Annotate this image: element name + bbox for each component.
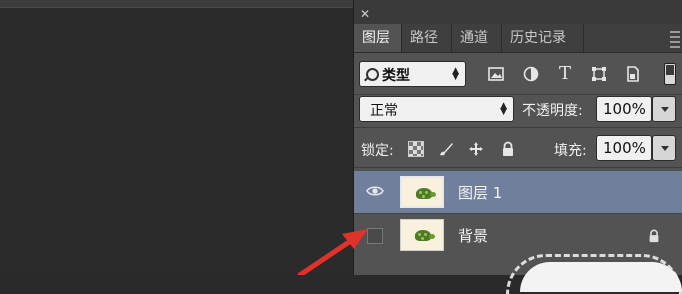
opacity-slider-button[interactable] — [652, 96, 676, 122]
eye-icon[interactable] — [366, 184, 384, 198]
tab-paths[interactable]: 路径 — [402, 24, 452, 52]
layer-thumbnail — [400, 219, 444, 251]
layer-thumbnail — [400, 176, 444, 208]
canvas-ruler — [0, 7, 353, 8]
shape-filter-icon[interactable] — [590, 65, 608, 83]
updown-icon: ▲ ▼ — [452, 66, 459, 82]
layer-row-background[interactable]: 背景 — [354, 213, 682, 256]
filter-kind-select[interactable]: 类型 ▲ ▼ — [359, 61, 466, 87]
opacity-input[interactable]: 100% — [596, 96, 652, 122]
panel-menu-icon[interactable] — [667, 28, 682, 52]
fill-input[interactable]: 100% — [596, 135, 652, 161]
filter-row: 类型 ▲ ▼ T — [354, 52, 682, 96]
blend-mode-select[interactable]: 正常 ▲ ▼ — [359, 96, 514, 122]
lock-all-icon[interactable] — [500, 141, 516, 157]
tab-layers[interactable]: 图层 — [354, 24, 402, 52]
layer-name[interactable]: 图层 1 — [458, 182, 502, 203]
filter-toggle-switch[interactable] — [664, 63, 676, 85]
divider — [354, 167, 682, 168]
fill-slider-button[interactable] — [652, 135, 676, 161]
search-icon — [366, 68, 379, 81]
lock-transparent-pixels-icon[interactable] — [408, 141, 424, 157]
fill-label: 填充: — [554, 143, 587, 159]
adjustment-filter-icon[interactable] — [522, 65, 540, 83]
visibility-toggle[interactable] — [367, 228, 383, 244]
updown-icon: ▲ ▼ — [500, 101, 507, 117]
document-canvas-area[interactable] — [0, 0, 353, 275]
tab-history[interactable]: 历史记录 — [502, 24, 584, 52]
panel-tabs: 图层 路径 通道 历史记录 — [354, 24, 682, 53]
close-icon[interactable]: ✕ — [360, 8, 370, 20]
lock-icon — [649, 229, 659, 243]
lock-image-pixels-icon[interactable] — [438, 141, 454, 157]
layer-name[interactable]: 背景 — [458, 225, 488, 246]
layers-panel: ✕ 图层 路径 通道 历史记录 类型 ▲ ▼ T 正常 ▲ ▼ 不透明度: 10… — [353, 0, 682, 275]
panel-header: ✕ — [354, 0, 682, 25]
lock-label: 锁定: — [361, 143, 394, 159]
filter-kind-label: 类型 — [382, 68, 410, 84]
divider — [354, 94, 682, 95]
divider — [354, 127, 682, 128]
smart-object-filter-icon[interactable] — [624, 65, 642, 83]
lock-position-icon[interactable] — [468, 141, 484, 157]
layer-row-layer1[interactable]: 图层 1 — [354, 171, 682, 213]
image-filter-icon[interactable] — [487, 65, 505, 83]
decorative-glow-fill — [520, 262, 682, 292]
blend-mode-value: 正常 — [370, 103, 398, 119]
type-filter-icon[interactable]: T — [556, 65, 574, 83]
opacity-label: 不透明度: — [522, 103, 583, 119]
tab-channels[interactable]: 通道 — [452, 24, 502, 52]
